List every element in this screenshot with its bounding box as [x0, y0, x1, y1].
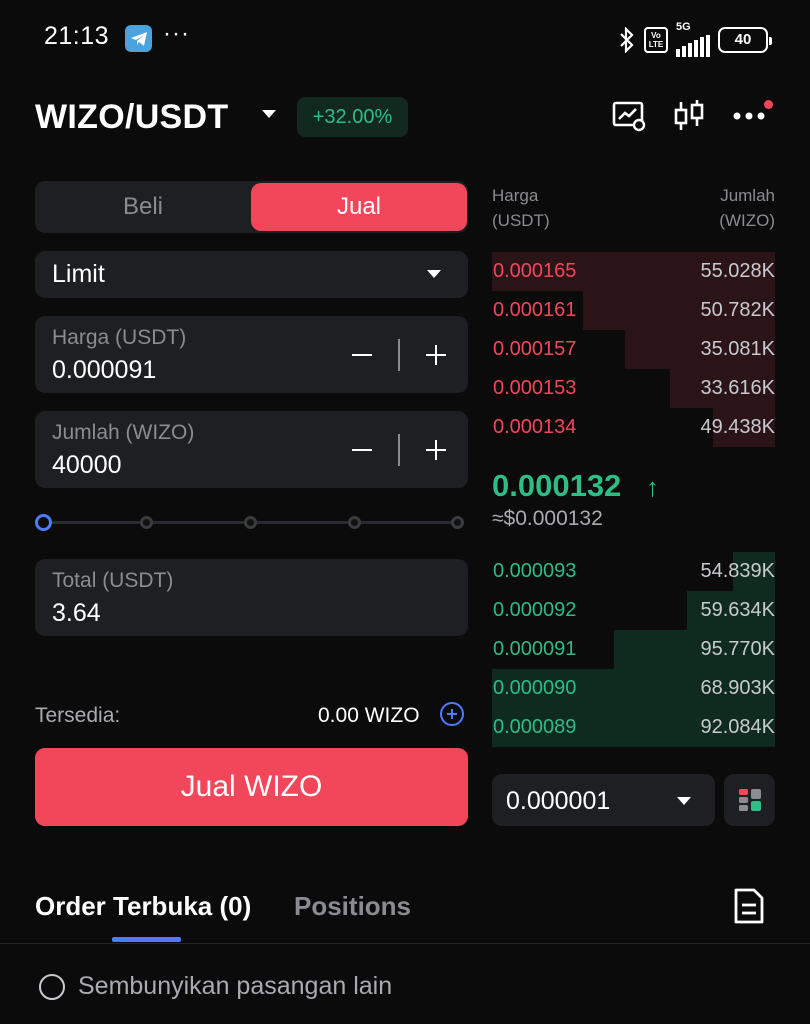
bid-amount: 92.084K: [700, 716, 775, 738]
battery-icon: 40: [718, 26, 772, 53]
bid-row[interactable]: 0.000092 59.634K: [492, 591, 775, 630]
amount-input[interactable]: 40000: [52, 451, 122, 480]
active-tab-indicator: [112, 937, 181, 942]
bid-price: 0.000093: [493, 560, 577, 582]
notification-more-icon: ···: [163, 20, 190, 47]
bid-row[interactable]: 0.000089 92.084K: [492, 708, 775, 747]
volte-icon: Vo LTE: [644, 26, 668, 53]
total-input[interactable]: 3.64: [52, 599, 101, 628]
ask-amount: 33.616K: [700, 377, 775, 399]
slider-node-50[interactable]: [244, 516, 257, 529]
plus-icon[interactable]: [426, 345, 446, 365]
tab-divider: [0, 943, 810, 944]
price-change-badge: +32.00%: [297, 97, 408, 137]
hide-other-pairs-label: Sembunyikan pasangan lain: [78, 972, 393, 1000]
layout-icon: [739, 789, 761, 811]
deposit-plus-icon[interactable]: [440, 702, 464, 726]
tab-buy[interactable]: Beli: [35, 181, 251, 233]
plus-icon[interactable]: [426, 440, 446, 460]
bid-price: 0.000089: [493, 716, 577, 738]
ask-row[interactable]: 0.000161 50.782K: [492, 291, 775, 330]
ask-row[interactable]: 0.000157 35.081K: [492, 330, 775, 369]
ask-amount: 55.028K: [700, 260, 775, 282]
bid-amount: 54.839K: [700, 560, 775, 582]
minus-icon[interactable]: [352, 354, 372, 356]
ask-price: 0.000157: [493, 338, 577, 360]
order-history-icon[interactable]: [732, 887, 766, 930]
available-label: Tersedia:: [35, 704, 121, 727]
slider-node-100[interactable]: [451, 516, 464, 529]
amount-label: Jumlah (WIZO): [52, 421, 195, 444]
chart-icon[interactable]: [611, 98, 647, 134]
price-input[interactable]: 0.000091: [52, 356, 156, 385]
bid-price: 0.000090: [493, 677, 577, 699]
bid-row[interactable]: 0.000091 95.770K: [492, 630, 775, 669]
tab-positions[interactable]: Positions: [294, 891, 411, 922]
slider-node-75[interactable]: [348, 516, 361, 529]
bluetooth-icon: [620, 26, 634, 53]
price-stepper: [352, 339, 446, 371]
total-label: Total (USDT): [52, 569, 174, 592]
slider-node-0[interactable]: [35, 514, 52, 531]
amount-stepper: [352, 434, 446, 466]
candlestick-icon[interactable]: [671, 98, 707, 134]
bid-amount: 59.634K: [700, 599, 775, 621]
sell-button[interactable]: Jual WIZO: [35, 748, 468, 826]
status-indicators: Vo LTE 5G 40: [618, 22, 772, 57]
price-label: Harga (USDT): [52, 326, 187, 349]
arrow-up-icon: ↑: [646, 472, 659, 502]
last-price-usd: ≈$0.000132: [492, 507, 603, 530]
bid-row[interactable]: 0.000090 68.903K: [492, 669, 775, 708]
ask-price: 0.000134: [493, 416, 577, 438]
tab-sell[interactable]: Jual: [251, 183, 467, 231]
orderbook-price-header: Harga (USDT): [492, 186, 550, 230]
order-type-value: Limit: [52, 260, 105, 288]
ask-amount: 49.438K: [700, 416, 775, 438]
telegram-icon: [125, 25, 152, 52]
ask-row[interactable]: 0.000165 55.028K: [492, 252, 775, 291]
pair-dropdown-icon[interactable]: [262, 110, 276, 118]
bid-row[interactable]: 0.000093 54.839K: [492, 552, 775, 591]
last-price: 0.000132: [492, 468, 622, 503]
ask-price: 0.000153: [493, 377, 577, 399]
status-time: 21:13: [44, 22, 110, 50]
signal-icon: 5G: [676, 22, 710, 57]
orderbook-layout-button[interactable]: [724, 774, 775, 826]
tab-open-orders[interactable]: Order Terbuka (0): [35, 891, 251, 922]
bid-amount: 68.903K: [700, 677, 775, 699]
bid-price: 0.000092: [493, 599, 577, 621]
orderbook-amount-header: Jumlah (WIZO): [719, 186, 775, 230]
ask-price: 0.000161: [493, 299, 577, 321]
chevron-down-icon: [677, 797, 691, 805]
slider-node-25[interactable]: [140, 516, 153, 529]
ask-price: 0.000165: [493, 260, 577, 282]
precision-value: 0.000001: [506, 787, 611, 815]
ask-row[interactable]: 0.000153 33.616K: [492, 369, 775, 408]
pair-title[interactable]: WIZO/USDT: [35, 98, 228, 137]
bid-amount: 95.770K: [700, 638, 775, 660]
chevron-down-icon: [427, 270, 441, 278]
notification-dot: [764, 100, 773, 109]
ask-amount: 50.782K: [700, 299, 775, 321]
bid-price: 0.000091: [493, 638, 577, 660]
more-icon[interactable]: [731, 98, 767, 134]
ask-amount: 35.081K: [700, 338, 775, 360]
ask-row[interactable]: 0.000134 49.438K: [492, 408, 775, 447]
minus-icon[interactable]: [352, 449, 372, 451]
hide-other-pairs-radio[interactable]: [39, 974, 65, 1000]
available-value: 0.00 WIZO: [318, 704, 420, 727]
